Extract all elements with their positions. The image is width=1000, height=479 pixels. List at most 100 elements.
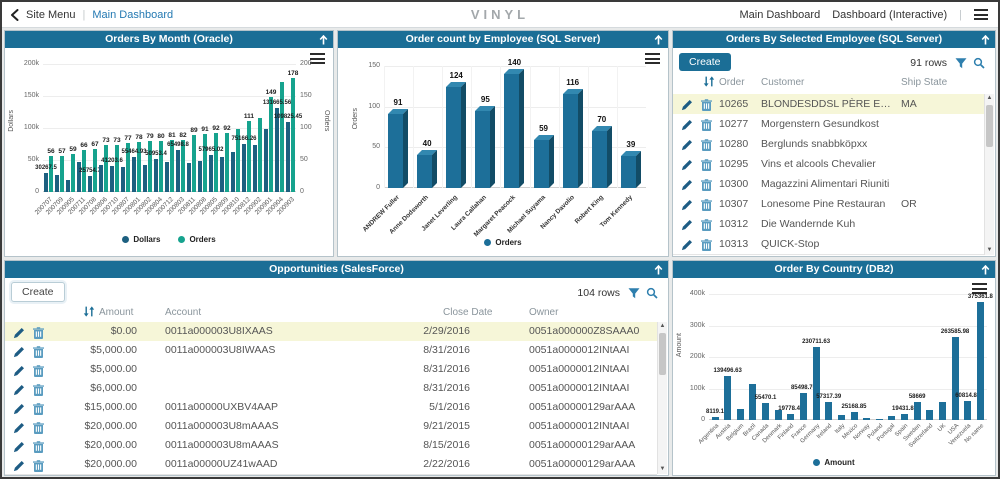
bar-dollars[interactable]: [176, 150, 180, 192]
bar-orders[interactable]: [247, 121, 251, 192]
edit-icon[interactable]: [681, 138, 693, 150]
bar-dollars[interactable]: [198, 161, 202, 192]
bar-dollars[interactable]: [66, 180, 70, 192]
table-row[interactable]: $0.000011a000003U8IXAAS2/29/20160051a000…: [5, 322, 657, 342]
bar-dollars[interactable]: [286, 122, 290, 192]
bar-amount[interactable]: [876, 419, 883, 420]
search-icon[interactable]: [973, 56, 985, 68]
bar-amount[interactable]: [901, 414, 908, 420]
bar-orders[interactable]: [192, 135, 196, 192]
bar-dollars[interactable]: [253, 145, 257, 192]
delete-icon[interactable]: [33, 345, 45, 357]
legend-item[interactable]: Amount: [813, 458, 854, 467]
bar-amount[interactable]: [749, 384, 756, 420]
table-row[interactable]: $20,000.000011a000003U8mAAAS9/21/2015005…: [5, 417, 657, 437]
bar-orders[interactable]: [148, 141, 152, 192]
edit-icon[interactable]: [13, 459, 25, 471]
delete-icon[interactable]: [33, 383, 45, 395]
bar-amount[interactable]: [888, 416, 895, 420]
table-row[interactable]: 10300Magazzini Alimentari Riuniti: [673, 174, 984, 195]
bar-orders[interactable]: [592, 131, 607, 188]
edit-icon[interactable]: [681, 158, 693, 170]
bar-dollars[interactable]: [187, 163, 191, 192]
delete-icon[interactable]: [701, 238, 713, 250]
bar-orders[interactable]: [534, 140, 549, 188]
filter-icon[interactable]: [955, 56, 967, 68]
table-row[interactable]: 10280Berglunds snabbköpxx: [673, 134, 984, 155]
bar-dollars[interactable]: [121, 167, 125, 192]
column-header-customer[interactable]: Customer: [761, 76, 804, 90]
bar-amount[interactable]: [724, 376, 731, 420]
bar-dollars[interactable]: [55, 175, 59, 192]
bar-amount[interactable]: [800, 393, 807, 420]
bar-amount[interactable]: [964, 401, 971, 420]
table-row[interactable]: 10313QUICK-Stop: [673, 234, 984, 255]
search-icon[interactable]: [646, 286, 658, 298]
bar-orders[interactable]: [269, 97, 273, 192]
delete-icon[interactable]: [33, 364, 45, 376]
edit-icon[interactable]: [13, 440, 25, 452]
edit-icon[interactable]: [681, 118, 693, 130]
delete-icon[interactable]: [701, 118, 713, 130]
bar-amount[interactable]: [939, 402, 946, 420]
bar-dollars[interactable]: [99, 165, 103, 192]
bar-dollars[interactable]: [132, 157, 136, 192]
delete-icon[interactable]: [701, 158, 713, 170]
bar-amount[interactable]: [813, 347, 820, 420]
table-row[interactable]: 10265BLONDESDDSL PÈRE ET FI…MA: [673, 94, 984, 115]
scroll-thumb[interactable]: [986, 105, 993, 147]
delete-icon[interactable]: [33, 440, 45, 452]
edit-icon[interactable]: [681, 98, 693, 110]
bar-amount[interactable]: [926, 410, 933, 420]
create-button[interactable]: Create: [679, 53, 731, 71]
bar-orders[interactable]: [280, 82, 284, 192]
column-header-owner[interactable]: Owner: [529, 306, 558, 320]
delete-icon[interactable]: [701, 198, 713, 210]
bar-dollars[interactable]: [154, 159, 158, 192]
bar-orders[interactable]: [621, 156, 636, 188]
chart-menu-icon[interactable]: [972, 283, 987, 294]
main-dashboard-nav[interactable]: Main Dashboard: [739, 9, 820, 21]
legend-item[interactable]: Dollars: [122, 235, 160, 244]
edit-icon[interactable]: [13, 364, 25, 376]
menu-icon[interactable]: [974, 9, 988, 20]
bar-amount[interactable]: [825, 402, 832, 420]
bar-dollars[interactable]: [77, 162, 81, 192]
scroll-down-icon[interactable]: ▼: [658, 465, 667, 474]
bar-dollars[interactable]: [88, 176, 92, 192]
table-row[interactable]: 10295Vins et alcools Chevalier: [673, 154, 984, 175]
scrollbar[interactable]: ▲ ▼: [657, 322, 667, 474]
scroll-thumb[interactable]: [659, 333, 666, 375]
edit-icon[interactable]: [13, 383, 25, 395]
edit-icon[interactable]: [681, 198, 693, 210]
edit-icon[interactable]: [13, 402, 25, 414]
bar-dollars[interactable]: [165, 162, 169, 192]
bar-orders[interactable]: [104, 145, 108, 192]
scroll-up-icon[interactable]: ▲: [985, 94, 994, 103]
table-row[interactable]: 10312Die Wandernde Kuh: [673, 214, 984, 235]
bar-orders[interactable]: [388, 114, 403, 188]
bar-orders[interactable]: [49, 156, 53, 192]
edit-icon[interactable]: [13, 345, 25, 357]
bar-dollars[interactable]: [264, 129, 268, 192]
bar-dollars[interactable]: [242, 144, 246, 192]
bar-orders[interactable]: [291, 78, 295, 192]
sort-icon[interactable]: [703, 76, 715, 87]
edit-icon[interactable]: [681, 238, 693, 250]
delete-icon[interactable]: [33, 459, 45, 471]
table-row[interactable]: $15,000.000011a00000UXBV4AAP5/1/20160051…: [5, 398, 657, 418]
bar-amount[interactable]: [914, 402, 921, 420]
bar-dollars[interactable]: [44, 173, 48, 192]
edit-icon[interactable]: [681, 178, 693, 190]
bar-amount[interactable]: [838, 415, 845, 420]
edit-icon[interactable]: [681, 218, 693, 230]
bar-orders[interactable]: [60, 156, 64, 192]
delete-icon[interactable]: [701, 138, 713, 150]
edit-icon[interactable]: [13, 421, 25, 433]
table-row[interactable]: $6,000.008/31/20160051a0000012INtAAI: [5, 379, 657, 399]
bar-amount[interactable]: [863, 418, 870, 420]
delete-icon[interactable]: [33, 421, 45, 433]
bar-dollars[interactable]: [231, 152, 235, 192]
table-row[interactable]: 10277Morgenstern Gesundkost: [673, 114, 984, 135]
bar-amount[interactable]: [762, 403, 769, 420]
